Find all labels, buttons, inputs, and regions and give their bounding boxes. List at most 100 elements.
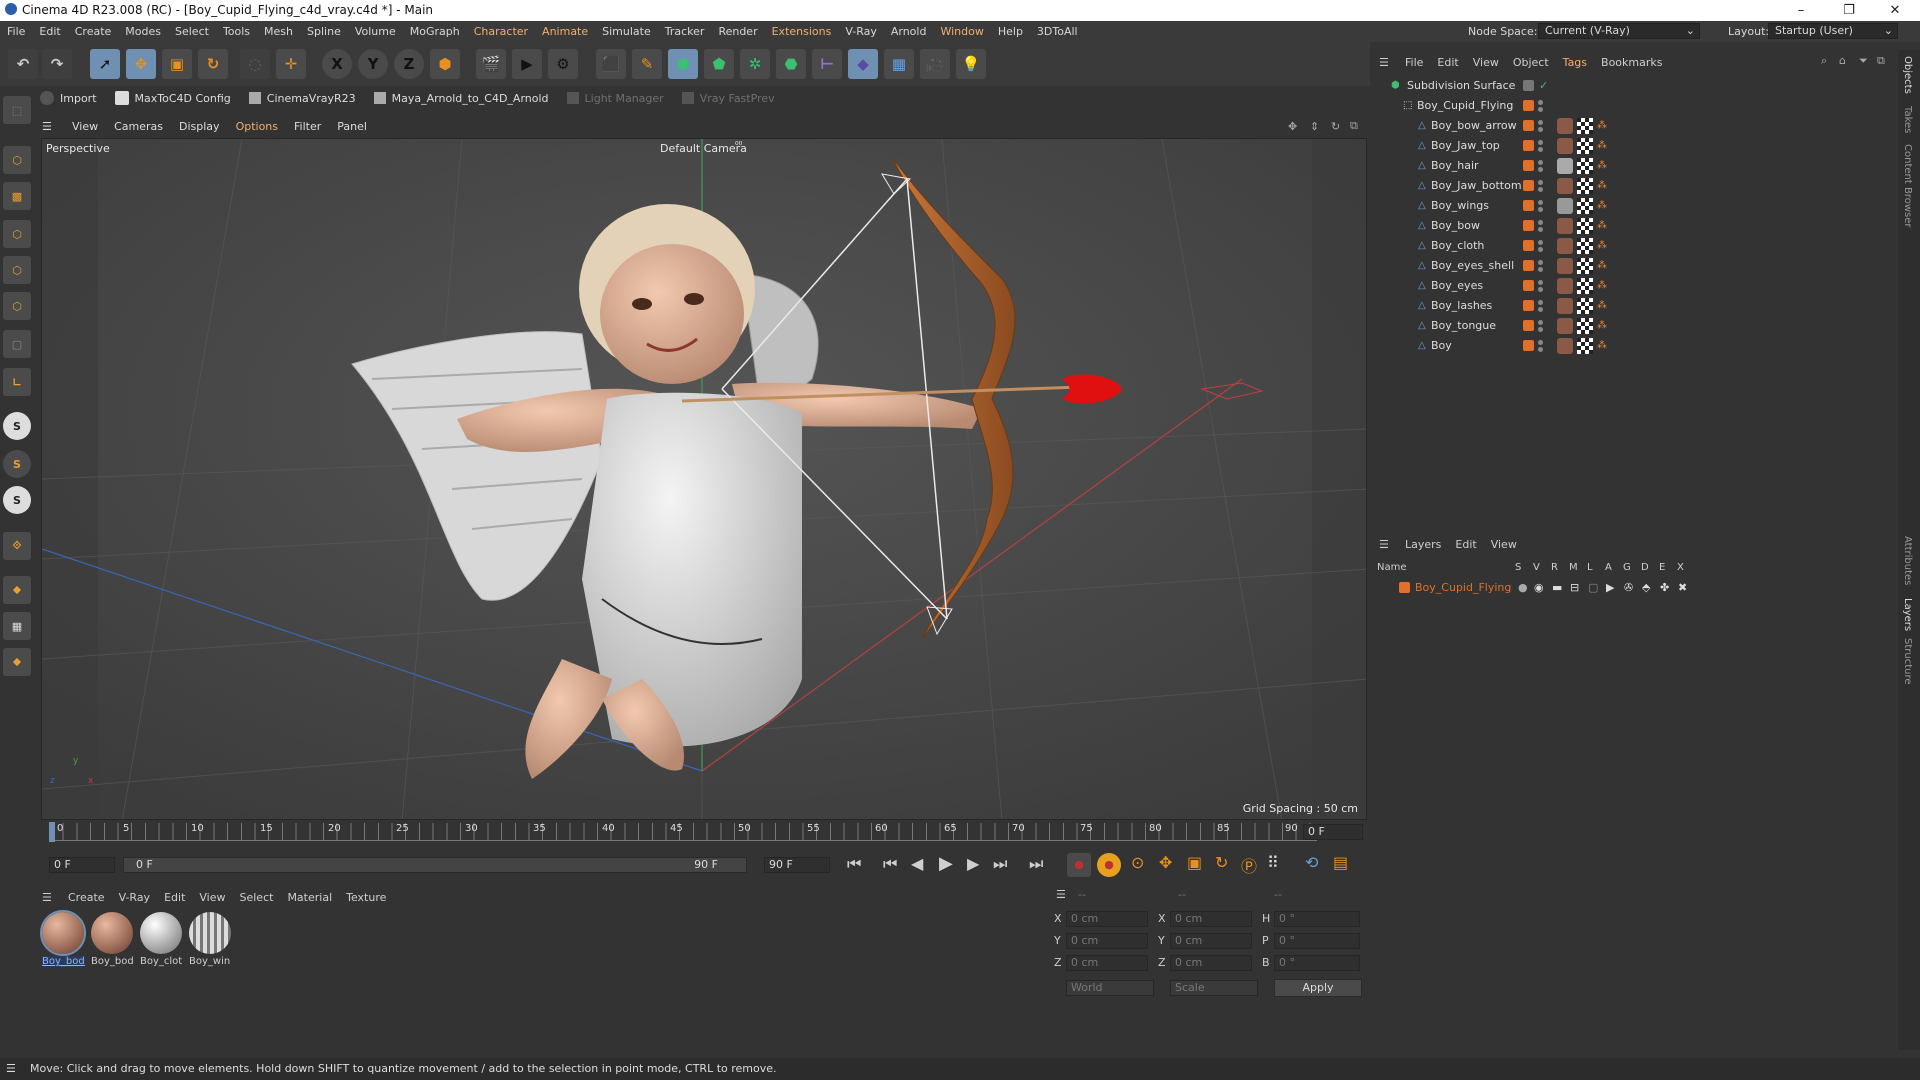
tab-layers[interactable]: Layers — [1902, 598, 1913, 631]
menu-render[interactable]: Render — [711, 21, 764, 42]
apply-button[interactable]: Apply — [1274, 979, 1362, 997]
menu-vray[interactable]: V-Ray — [838, 21, 884, 42]
home-icon[interactable]: ⌂ — [1839, 54, 1846, 67]
tree-row-object[interactable]: △ Boy_bow_arrow ⁂ — [1373, 116, 1895, 135]
camera-icon[interactable]: 🎥 — [920, 49, 950, 79]
render-dot[interactable] — [1538, 307, 1543, 312]
mat-menu-texture[interactable]: Texture — [346, 891, 386, 904]
layer-color-chip[interactable] — [1523, 280, 1534, 291]
material-tag[interactable] — [1557, 217, 1573, 234]
render-dot[interactable] — [1538, 327, 1543, 332]
cloner-icon[interactable]: ✲ — [740, 49, 770, 79]
layer-color-chip[interactable] — [1523, 160, 1534, 171]
timeline-window-icon[interactable]: ▤ — [1333, 853, 1348, 872]
expressions-toggle-icon[interactable]: ✤ — [1660, 581, 1669, 594]
filter-icon[interactable]: ⏷ — [1859, 54, 1868, 68]
menu-edit[interactable]: Edit — [32, 21, 67, 42]
edges-mode-icon[interactable]: ⬡ — [3, 256, 31, 284]
material-tag[interactable] — [1557, 177, 1573, 194]
pos-y-field[interactable]: 0 cm — [1066, 933, 1148, 949]
texture-tag[interactable] — [1577, 277, 1593, 294]
vp-menu-view[interactable]: View — [72, 120, 98, 133]
import-button[interactable]: Import — [60, 92, 97, 105]
key-pla-icon[interactable]: ⠿ — [1267, 853, 1279, 872]
hamburger-icon[interactable]: ☰ — [6, 1058, 16, 1080]
deformer-icon[interactable]: ⬣ — [776, 49, 806, 79]
close-button[interactable]: ✕ — [1872, 0, 1918, 21]
vray-tag-icon[interactable]: ⁂ — [1597, 280, 1607, 291]
layer-color-chip[interactable] — [1523, 240, 1534, 251]
coord-space-select[interactable]: World — [1066, 980, 1154, 996]
tab-attributes[interactable]: Attributes — [1902, 536, 1913, 585]
texture-mode-icon[interactable]: ▩ — [3, 182, 31, 210]
maxtoc4d-config-button[interactable]: MaxToC4D Config — [135, 92, 231, 105]
menu-simulate[interactable]: Simulate — [595, 21, 658, 42]
object-name[interactable]: Boy_cloth — [1431, 239, 1484, 252]
vray-fastprev-button[interactable]: Vray FastPrev — [700, 92, 775, 105]
snap-icon[interactable]: S — [3, 412, 31, 440]
texture-tag[interactable] — [1577, 237, 1593, 254]
go-to-end-icon[interactable]: ⏭ — [1029, 854, 1043, 874]
step-back-icon[interactable]: ◀ — [911, 854, 923, 873]
layer-menu-edit[interactable]: Edit — [1455, 538, 1476, 551]
material-tag[interactable] — [1557, 297, 1573, 314]
obj-menu-bookmarks[interactable]: Bookmarks — [1601, 56, 1662, 69]
visibility-dot[interactable] — [1538, 180, 1543, 185]
vp-menu-display[interactable]: Display — [179, 120, 220, 133]
grid-icon[interactable]: ▦ — [3, 612, 31, 640]
material-swatch[interactable] — [91, 912, 133, 954]
layer-color-chip[interactable] — [1523, 120, 1534, 131]
render-dot[interactable] — [1538, 247, 1543, 252]
go-to-start-icon[interactable]: ⏮ — [847, 854, 861, 874]
viewport-solo-icon[interactable]: ⬚ — [3, 96, 31, 124]
transform-tool-icon[interactable]: ✛ — [276, 49, 306, 79]
material-swatch[interactable] — [189, 912, 231, 954]
obj-menu-file[interactable]: File — [1405, 56, 1423, 69]
material-name[interactable]: Boy_clot — [140, 956, 182, 967]
object-name[interactable]: Boy_tongue — [1431, 319, 1496, 332]
layer-name[interactable]: Boy_Cupid_Flying — [1415, 581, 1511, 594]
texture-tag[interactable] — [1577, 257, 1593, 274]
visibility-dot[interactable] — [1538, 220, 1543, 225]
x-axis-lock-button[interactable]: X — [322, 49, 352, 79]
object-name[interactable]: Subdivision Surface — [1407, 79, 1515, 92]
vp-menu-panel[interactable]: Panel — [337, 120, 367, 133]
render-dot[interactable] — [1538, 207, 1543, 212]
object-name[interactable]: Boy_Cupid_Flying — [1417, 99, 1513, 112]
hamburger-icon[interactable]: ☰ — [1056, 888, 1066, 901]
tab-takes[interactable]: Takes — [1902, 106, 1913, 133]
layer-color-chip[interactable] — [1523, 220, 1534, 231]
visibility-dot[interactable] — [1538, 280, 1543, 285]
render-dot[interactable] — [1538, 287, 1543, 292]
material-name[interactable]: Boy_bod — [91, 956, 134, 967]
vray-tag-icon[interactable]: ⁂ — [1597, 220, 1607, 231]
visibility-dot[interactable] — [1538, 300, 1543, 305]
material-tag[interactable] — [1557, 257, 1573, 274]
timeline-ruler[interactable]: 0 5 10 15 20 25 30 35 40 45 50 55 60 65 … — [41, 820, 1367, 844]
step-forward-key-icon[interactable]: ⏭ — [993, 854, 1007, 874]
subdivision-icon[interactable]: ⬢ — [668, 49, 698, 79]
object-name[interactable]: Boy_wings — [1431, 199, 1489, 212]
material-tag[interactable] — [1557, 117, 1573, 134]
y-axis-lock-button[interactable]: Y — [358, 49, 388, 79]
size-y-field[interactable]: 0 cm — [1170, 933, 1252, 949]
keyframe-selection-icon[interactable]: ⊙ — [1131, 853, 1144, 872]
menu-spline[interactable]: Spline — [300, 21, 348, 42]
menu-window[interactable]: Window — [933, 21, 990, 42]
vp-menu-options[interactable]: Options — [236, 120, 278, 133]
light-manager-button[interactable]: Light Manager — [585, 92, 664, 105]
texture-tag[interactable] — [1577, 157, 1593, 174]
end-frame-field[interactable]: 90 F — [764, 857, 830, 873]
menu-file[interactable]: File — [0, 21, 32, 42]
select-tool-icon[interactable]: ➚ — [90, 49, 120, 79]
layer-color-chip[interactable] — [1523, 200, 1534, 211]
key-scale-icon[interactable]: ▣ — [1187, 853, 1202, 872]
vray-tag-icon[interactable]: ⁂ — [1597, 240, 1607, 251]
menu-create[interactable]: Create — [68, 21, 119, 42]
menu-mograph[interactable]: MoGraph — [403, 21, 467, 42]
layer-color-chip[interactable] — [1523, 340, 1534, 351]
material-name[interactable]: Boy_bod — [42, 956, 85, 967]
magnet-icon[interactable]: ⟐ — [3, 532, 31, 560]
coord-mode-select[interactable]: Scale — [1170, 980, 1258, 996]
undo-icon[interactable]: ↶ — [8, 49, 38, 79]
